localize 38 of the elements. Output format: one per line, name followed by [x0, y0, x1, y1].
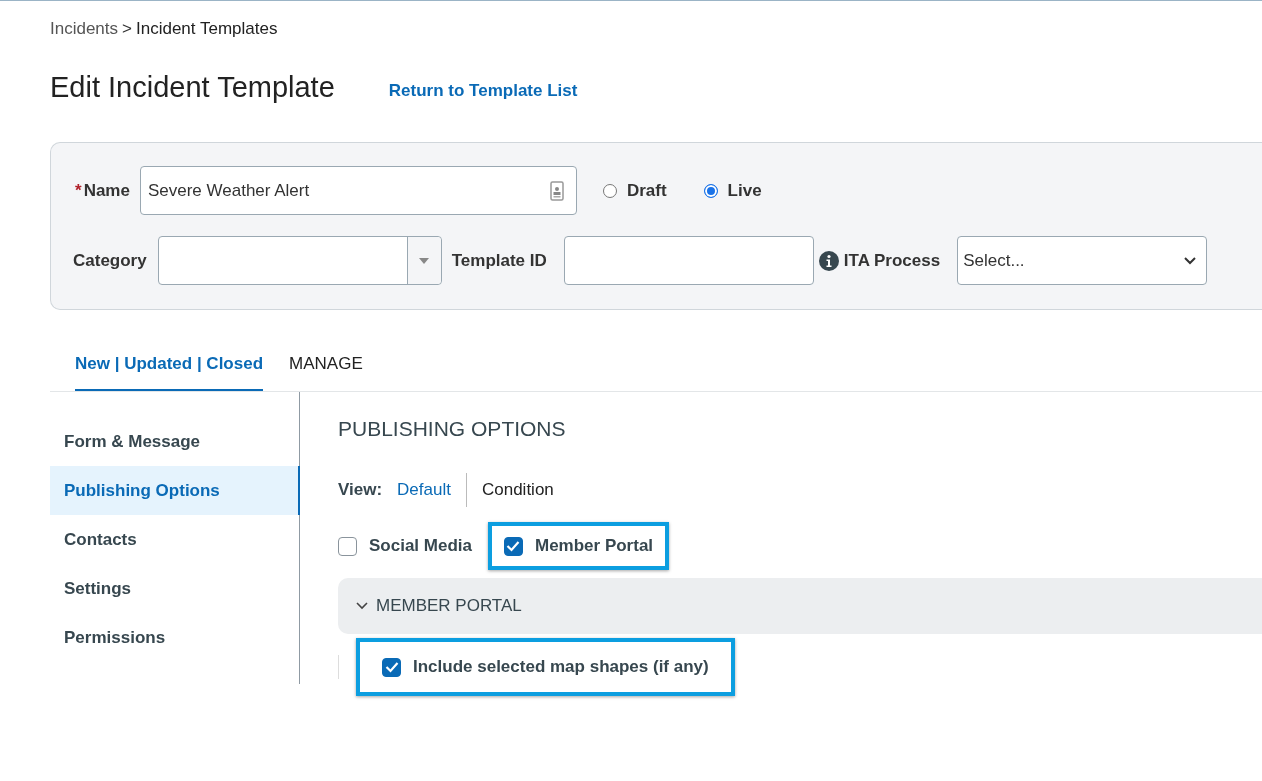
category-dropdown[interactable]	[157, 236, 442, 285]
channel-checkbox[interactable]: Social Media	[338, 536, 472, 556]
section-heading: PUBLISHING OPTIONS	[338, 417, 567, 441]
ita-process-label: ITA Process	[843, 250, 941, 271]
view-label: View:	[338, 480, 383, 500]
breadcrumb-separator: >	[122, 19, 132, 39]
breadcrumb-link[interactable]: Incidents	[50, 19, 119, 39]
view-option[interactable]: Condition	[481, 480, 554, 500]
name-input-field[interactable]: Severe Weather Alert	[139, 166, 577, 215]
template-id-label: Template ID	[451, 250, 547, 271]
status-radio[interactable]: Live	[703, 180, 762, 201]
caret-icon	[419, 257, 430, 264]
contact-card-icon[interactable]	[549, 180, 564, 201]
checkmark-icon	[506, 540, 521, 552]
tab[interactable]: New | Updated | Closed	[75, 354, 264, 391]
name-label: *Name	[75, 180, 130, 201]
chevron-down-icon	[1184, 256, 1197, 265]
category-label: Category	[73, 250, 147, 271]
sidebar-item[interactable]: Contacts	[50, 515, 299, 564]
checkmark-icon	[384, 661, 399, 673]
view-option[interactable]: Default	[397, 480, 451, 500]
sidebar-item[interactable]: Settings	[50, 564, 299, 613]
breadcrumb-current: Incident Templates	[136, 19, 278, 39]
tab[interactable]: MANAGE	[289, 354, 363, 391]
status-radio[interactable]: Draft	[602, 180, 667, 201]
page-title: Edit Incident Template	[50, 71, 335, 104]
sidebar-item[interactable]: Publishing Options	[50, 466, 300, 515]
template-id-input-field[interactable]	[563, 236, 814, 285]
chevron-icon	[356, 602, 368, 610]
sidebar-item[interactable]: Form & Message	[50, 417, 299, 466]
info-icon[interactable]	[818, 250, 839, 271]
channel-checkbox[interactable]: Member Portal	[504, 536, 654, 556]
sidebar-item[interactable]: Permissions	[50, 613, 299, 662]
required-mark: *	[75, 180, 82, 200]
section-header[interactable]: MEMBER PORTAL	[338, 578, 1262, 634]
option-checkbox[interactable]: Include selected map shapes (if any)	[382, 657, 709, 677]
ita-process-select[interactable]: Select...	[957, 236, 1208, 285]
return-link[interactable]: Return to Template List	[388, 80, 578, 101]
